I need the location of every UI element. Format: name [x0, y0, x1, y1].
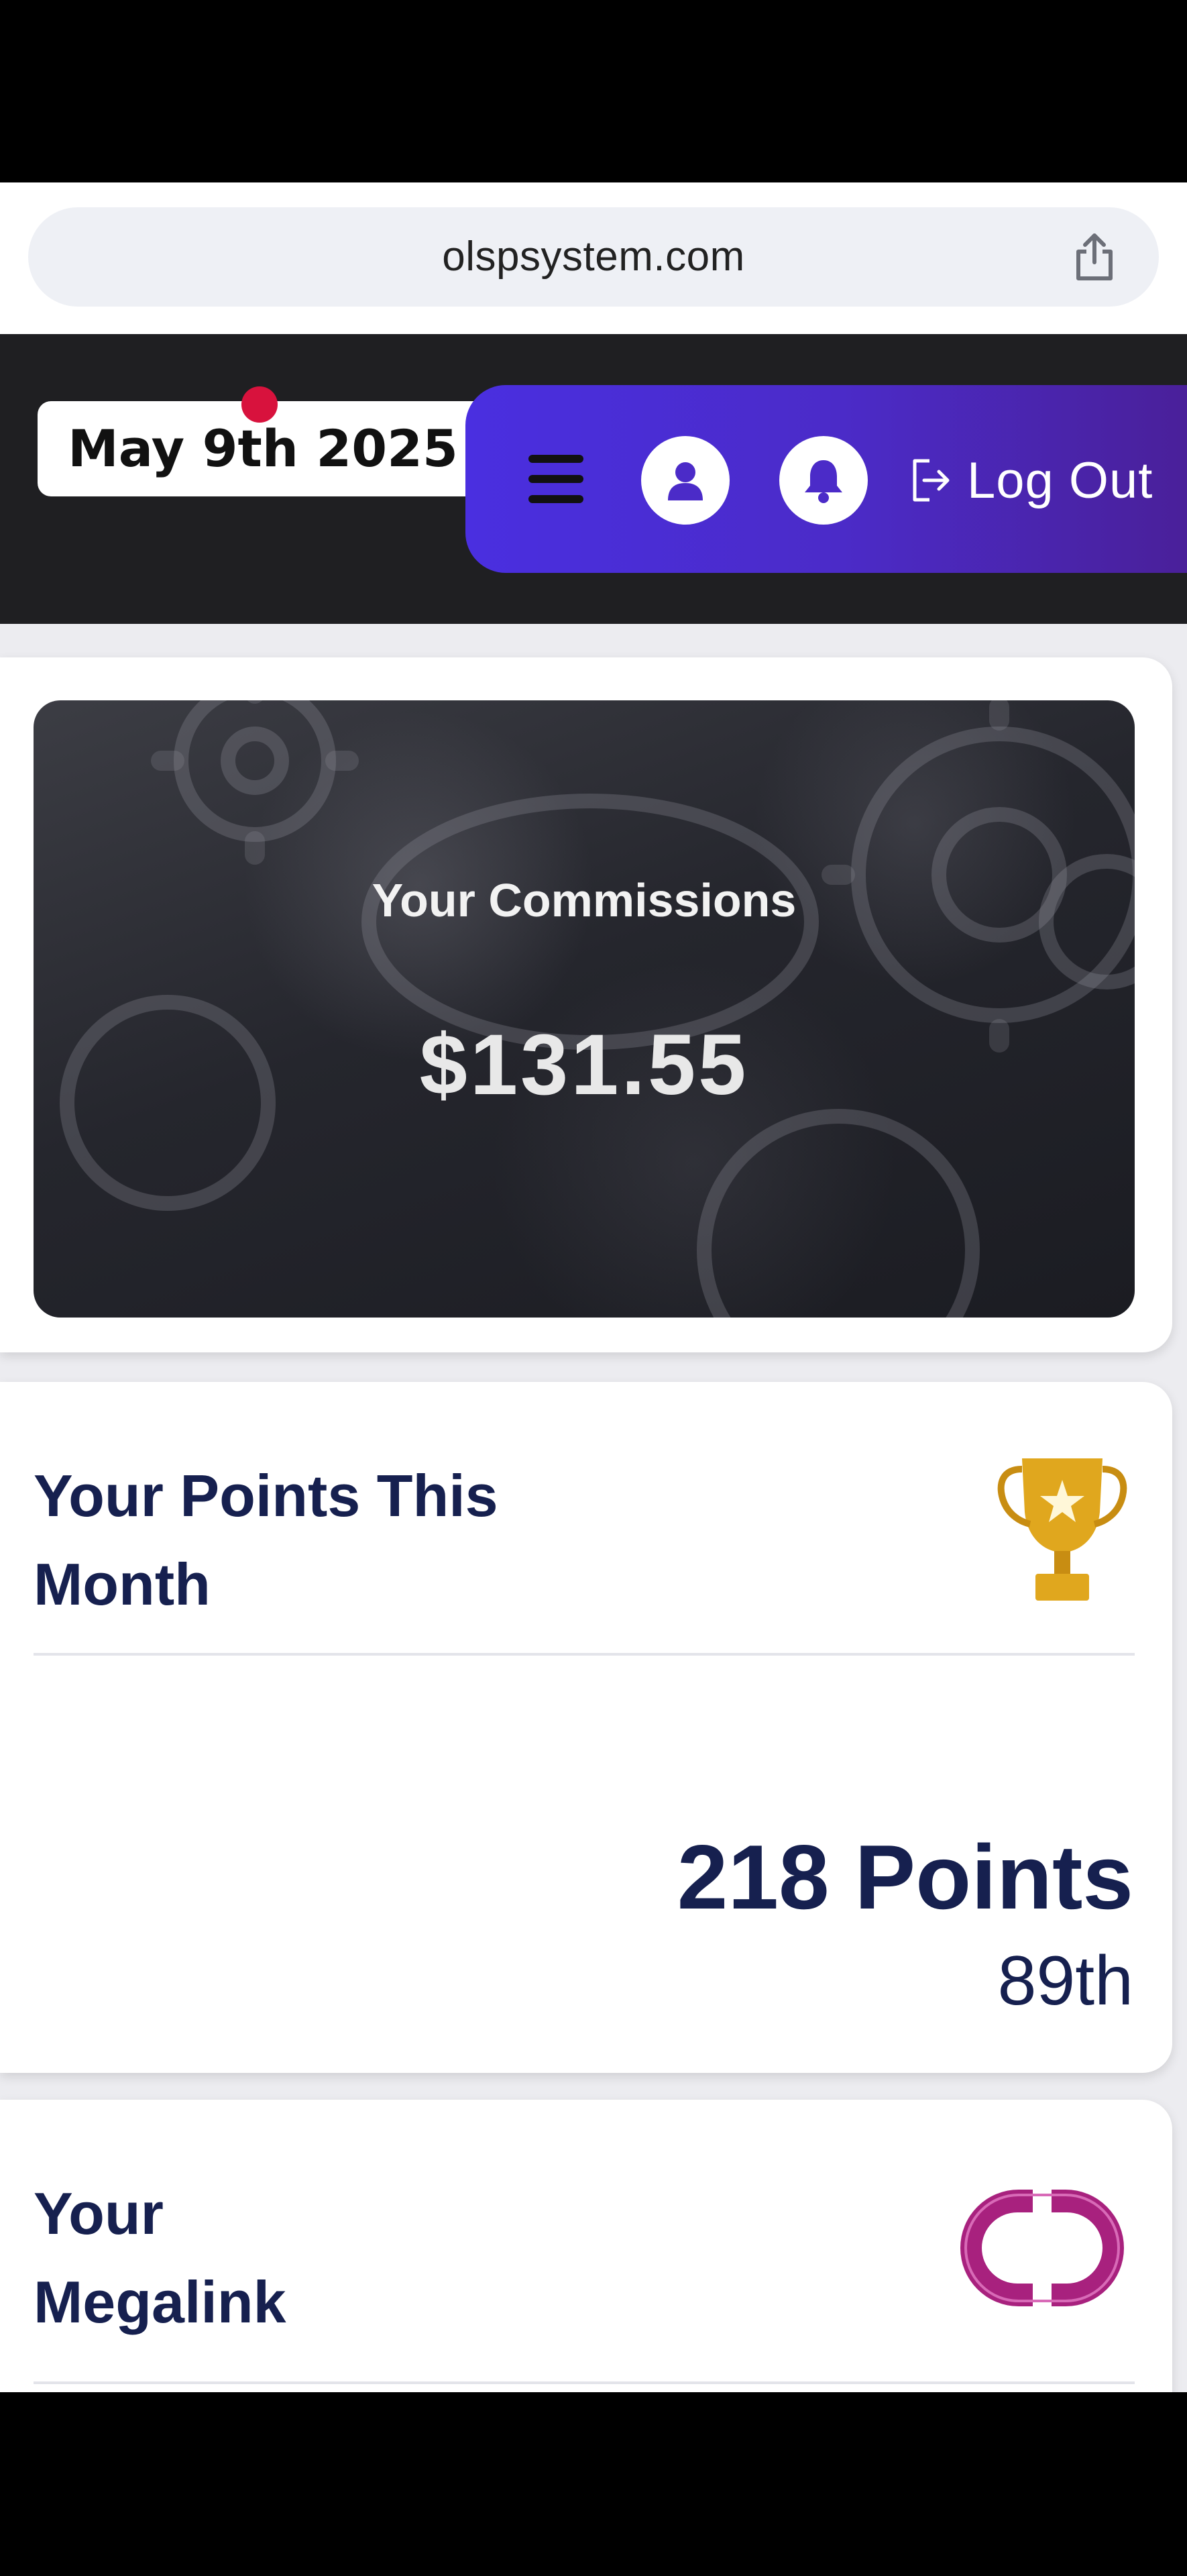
megalink-card: Your Megalink [0, 2100, 1172, 2422]
points-divider [34, 1653, 1135, 1656]
record-dot [241, 386, 278, 423]
bottom-area [0, 2392, 1187, 2576]
commissions-amount: $131.55 [419, 1017, 749, 1113]
commissions-label: Your Commissions [372, 874, 797, 926]
browser-address-bar: olspsystem.com [0, 182, 1187, 334]
profile-button[interactable] [641, 436, 730, 525]
megalink-divider [34, 2381, 1135, 2384]
megalink-icon[interactable] [954, 2180, 1131, 2316]
url-field[interactable]: olspsystem.com [28, 207, 1159, 307]
nav-bar: Log Out [465, 385, 1187, 573]
megalink-title: Your Megalink [34, 2180, 286, 2335]
points-title: Your Points This Month [34, 1462, 498, 1617]
url-text: olspsystem.com [442, 233, 745, 280]
points-rank: 89th [997, 1942, 1133, 2020]
logout-button[interactable]: Log Out [909, 443, 1153, 518]
points-card: Your Points This Month 218 Points 89th [0, 1382, 1172, 2073]
share-icon[interactable] [1068, 230, 1121, 284]
notifications-button[interactable] [779, 436, 868, 525]
status-area [0, 0, 1187, 182]
logout-label: Log Out [967, 451, 1153, 509]
points-value: 218 Points [677, 1826, 1133, 1928]
dashboard-content: Your Commissions $131.55 Your Points Thi… [0, 624, 1187, 2422]
site-header: May 9th 2025 Log Out [0, 334, 1187, 624]
bell-icon [805, 460, 842, 503]
hamburger-icon[interactable] [528, 455, 583, 503]
commissions-banner: Your Commissions $131.55 [34, 700, 1135, 1318]
gears-background [60, 700, 1135, 1318]
logout-icon [913, 459, 950, 502]
commissions-card: Your Commissions $131.55 [0, 657, 1172, 1352]
user-icon [668, 462, 703, 500]
trophy-icon [997, 1458, 1127, 1601]
